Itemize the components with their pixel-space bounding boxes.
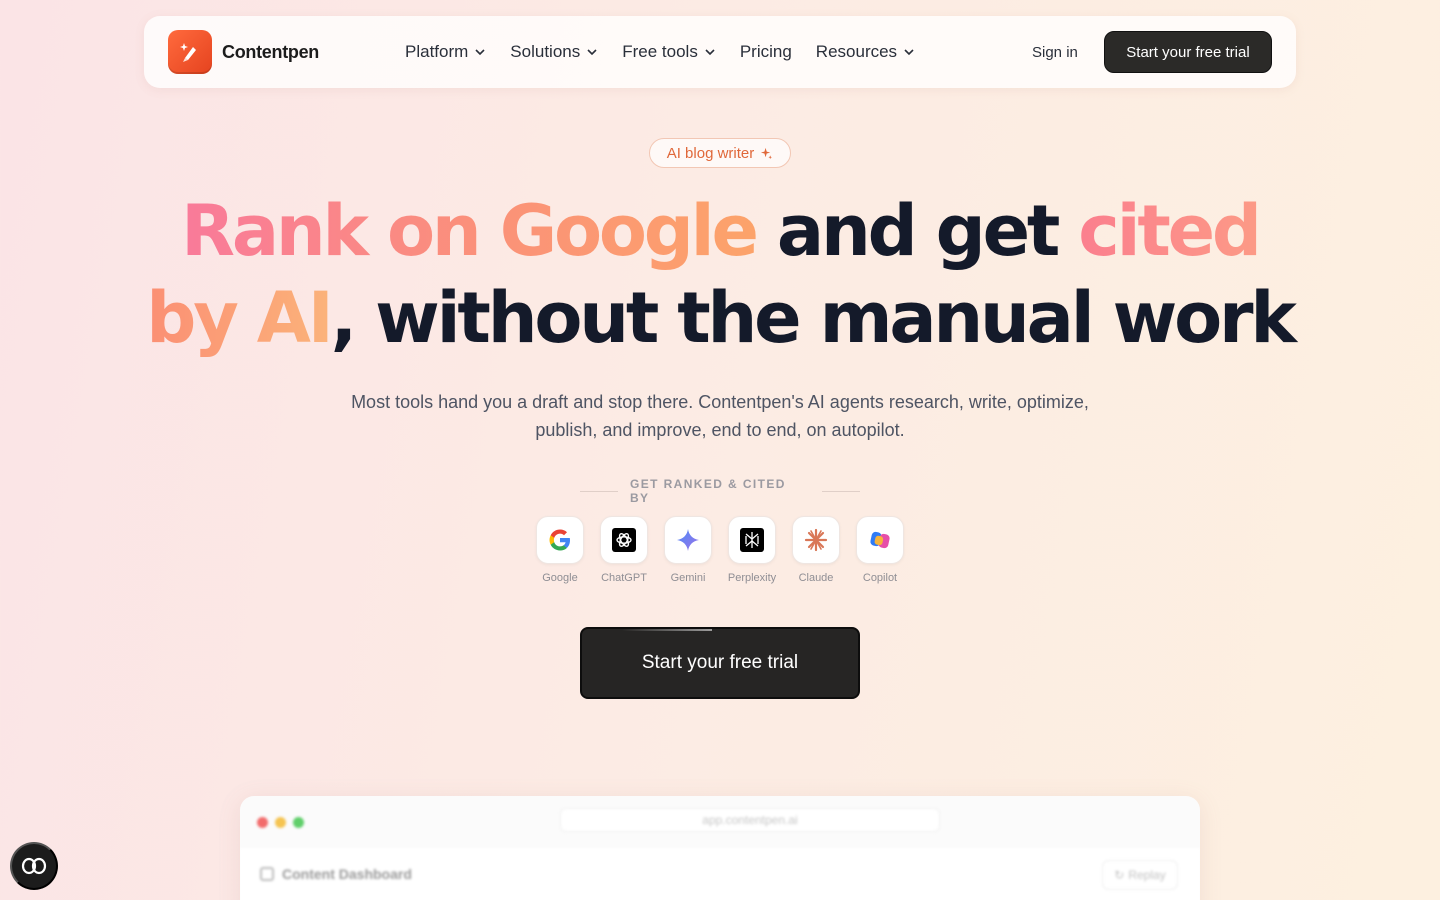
chevron-down-icon — [475, 49, 485, 56]
sparkle-icon — [761, 147, 773, 159]
menu-item-resources[interactable]: Resources — [816, 42, 915, 62]
engine-label: Copilot — [862, 572, 898, 584]
dashboard-body: Content Dashboard ↻ Replay — [240, 848, 1200, 900]
chevron-down-icon — [587, 49, 597, 56]
hero-start-trial-button[interactable]: Start your free trial — [580, 627, 860, 699]
headline-highlight: cited — [1078, 190, 1262, 272]
divider-line — [580, 490, 618, 492]
engine-label: Google — [542, 572, 578, 584]
headline-text: and get — [755, 190, 1079, 272]
engine-logos: Google ChatGPT Gemini Perplexity Claude … — [536, 516, 904, 584]
hero-subtitle: Most tools hand you a draft and stop the… — [351, 392, 1089, 440]
engine-label: Perplexity — [727, 572, 777, 584]
headline-highlight: Rank on Google — [181, 190, 759, 272]
engine-chatgpt: ChatGPT — [600, 516, 648, 584]
engine-google: Google — [536, 516, 584, 584]
sign-in-link[interactable]: Sign in — [1032, 44, 1078, 61]
url-bar: app.contentpen.ai — [560, 808, 940, 832]
engine-label: Claude — [798, 572, 834, 584]
menu-item-platform[interactable]: Platform — [405, 42, 486, 62]
engine-label: Gemini — [670, 572, 706, 584]
contentpen-logo-icon — [168, 30, 212, 74]
divider-line — [822, 490, 860, 492]
replay-label: Replay — [1128, 868, 1166, 882]
ai-blog-writer-badge[interactable]: AI blog writer — [649, 138, 791, 168]
dashboard-title-text: Content Dashboard — [282, 866, 412, 882]
engine-label: ChatGPT — [601, 572, 647, 584]
menu-item-free-tools[interactable]: Free tools — [622, 42, 716, 62]
menu-item-label: Resources — [815, 42, 898, 61]
window-minimize-dot — [275, 816, 286, 828]
headline-highlight: by AI — [146, 277, 334, 359]
cited-by-divider: GET RANKED & CITED BY — [580, 477, 860, 505]
engine-gemini: Gemini — [664, 516, 712, 584]
brand-name: Contentpen — [222, 41, 319, 62]
dashboard-preview: app.contentpen.ai Content Dashboard ↻ Re… — [240, 796, 1200, 900]
badge-label: AI blog writer — [666, 144, 755, 162]
chevron-down-icon — [904, 49, 914, 56]
menu-item-solutions[interactable]: Solutions — [510, 42, 598, 62]
headline-text: , without the manual work — [330, 277, 1297, 359]
accessibility-button[interactable] — [10, 842, 58, 890]
menu-item-label: Solutions — [510, 42, 581, 61]
button-shine — [622, 629, 712, 631]
copilot-icon — [856, 516, 904, 564]
hero-headline-line-2: by AI, without the manual work — [0, 274, 1440, 362]
engine-copilot: Copilot — [856, 516, 904, 584]
nav-start-trial-button[interactable]: Start your free trial — [1104, 31, 1272, 73]
engine-perplexity: Perplexity — [728, 516, 776, 584]
window-close-dot — [257, 816, 268, 828]
google-icon — [536, 516, 584, 564]
menu-item-label: Free tools — [622, 42, 698, 61]
main-menu: Platform Solutions Free tools Pricing Re… — [405, 42, 939, 62]
dashboard-title: Content Dashboard — [260, 866, 412, 882]
cited-by-label: GET RANKED & CITED BY — [629, 477, 786, 505]
gemini-icon — [664, 516, 712, 564]
perplexity-icon — [728, 516, 776, 564]
button-label: Start your free trial — [641, 652, 799, 673]
hero-headline-line-1: Rank on Google and get cited — [0, 187, 1440, 275]
brand[interactable]: Contentpen — [168, 30, 319, 74]
replay-icon: ↻ — [1114, 868, 1125, 882]
replay-button[interactable]: ↻ Replay — [1102, 860, 1178, 890]
grid-icon — [260, 867, 274, 881]
menu-item-label: Pricing — [739, 42, 792, 61]
accessibility-icon — [21, 857, 47, 875]
top-navigation: Contentpen Platform Solutions Free tools… — [144, 16, 1296, 88]
chatgpt-icon — [600, 516, 648, 564]
menu-item-label: Platform — [405, 42, 469, 61]
chevron-down-icon — [705, 49, 715, 56]
browser-bar: app.contentpen.ai — [240, 796, 1200, 848]
engine-claude: Claude — [792, 516, 840, 584]
window-maximize-dot — [293, 816, 304, 828]
menu-item-pricing[interactable]: Pricing — [740, 42, 792, 62]
claude-icon — [792, 516, 840, 564]
